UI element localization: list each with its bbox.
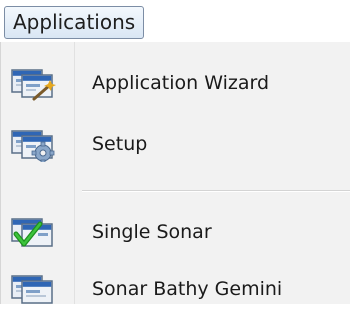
- single-sonar-check-icon: [10, 216, 56, 250]
- menu-item-label: Setup: [92, 133, 148, 155]
- application-wizard-icon: [10, 67, 56, 101]
- menu-item-label: Single Sonar: [92, 221, 212, 243]
- menu-item-setup[interactable]: Setup: [0, 116, 350, 172]
- menu-separator: [82, 190, 350, 192]
- menu-item-single-sonar[interactable]: Single Sonar: [0, 204, 350, 260]
- menu-item-label: Sonar Bathy Gemini: [92, 278, 283, 300]
- menu-bar: Applications: [0, 0, 350, 44]
- sonar-bathy-window-icon: [10, 273, 56, 307]
- menu-item-application-wizard[interactable]: Application Wizard: [0, 55, 350, 111]
- menu-item-sonar-bathy-gemini[interactable]: Sonar Bathy Gemini: [0, 261, 350, 317]
- applications-menu-button[interactable]: Applications: [4, 6, 145, 39]
- menu-item-label: Application Wizard: [92, 72, 270, 94]
- setup-gear-icon: [10, 128, 56, 165]
- applications-dropdown-menu: Application Wizard Setup Single Sonar So…: [0, 42, 350, 304]
